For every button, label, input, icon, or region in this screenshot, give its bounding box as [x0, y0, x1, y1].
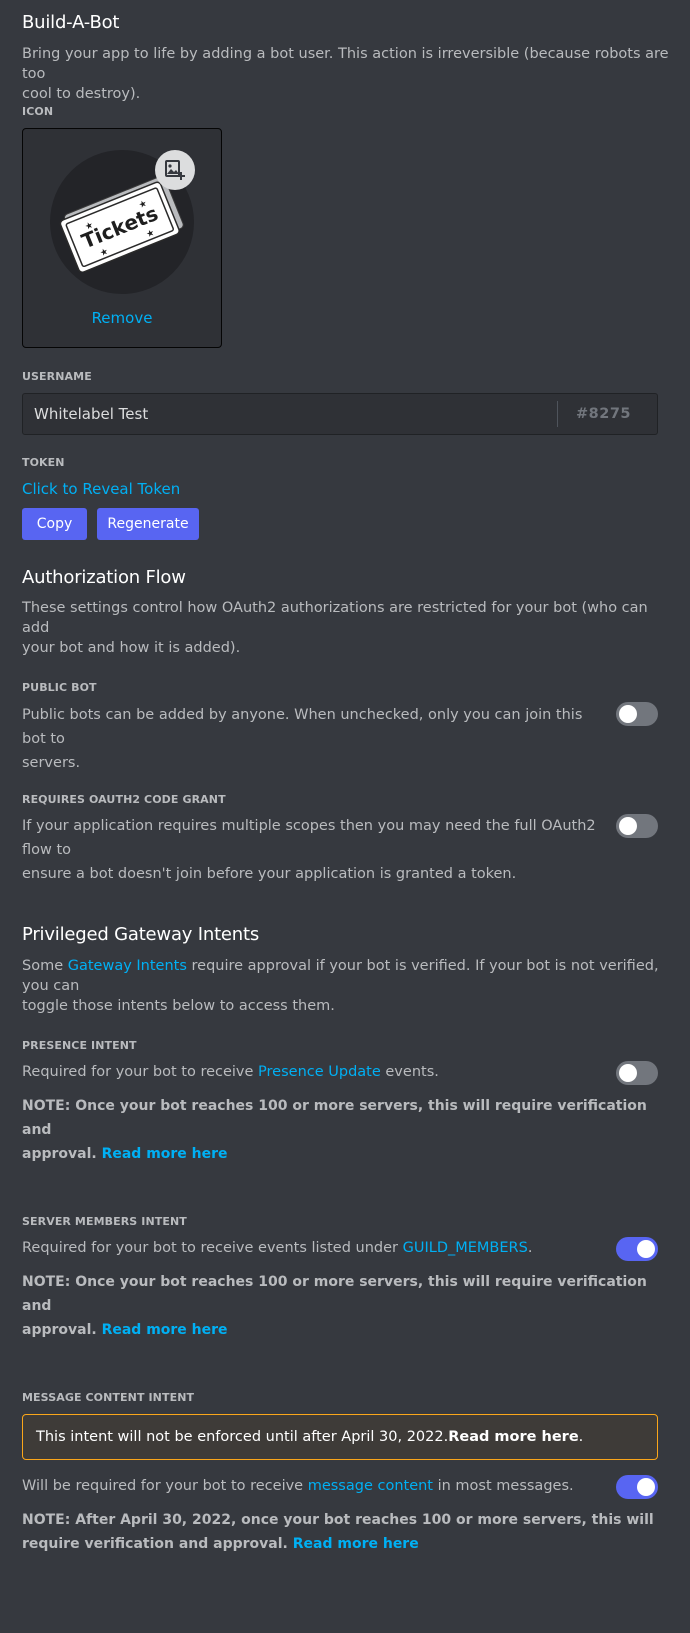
username-field: Whitelabel Test #8275 — [22, 393, 658, 435]
server-members-intent-note: NOTE: Once your bot reaches 100 or more … — [22, 1274, 647, 1338]
presence-intent-description: Required for your bot to receive Presenc… — [22, 1064, 439, 1080]
discriminator: #8275 — [557, 401, 657, 427]
server-members-read-more-link[interactable]: Read more here — [102, 1322, 228, 1338]
build-a-bot-title: Build-A-Bot — [22, 12, 120, 33]
message-content-intent-toggle[interactable] — [616, 1475, 658, 1499]
guild-members-link[interactable]: GUILD_MEMBERS — [403, 1240, 528, 1256]
icon-uploader[interactable]: Tickets ★ ★ ★ ★ Remove — [22, 128, 222, 348]
username-label: USERNAME — [22, 370, 92, 383]
privileged-intents-description: Some Gateway Intents require approval if… — [22, 958, 659, 1014]
remove-icon-link[interactable]: Remove — [23, 309, 221, 327]
server-members-intent-toggle[interactable] — [616, 1237, 658, 1261]
message-content-link[interactable]: message content — [308, 1478, 433, 1494]
presence-update-link[interactable]: Presence Update — [258, 1064, 381, 1080]
public-bot-toggle[interactable] — [616, 702, 658, 726]
code-grant-description: If your application requires multiple sc… — [22, 818, 596, 882]
presence-intent-note: NOTE: Once your bot reaches 100 or more … — [22, 1098, 647, 1162]
upload-image-icon[interactable] — [155, 150, 195, 190]
code-grant-toggle[interactable] — [616, 814, 658, 838]
presence-intent-label: PRESENCE INTENT — [22, 1039, 137, 1052]
warning-read-more-link[interactable]: Read more here — [448, 1429, 578, 1445]
build-a-bot-description: Bring your app to life by adding a bot u… — [22, 46, 669, 102]
presence-intent-toggle[interactable] — [616, 1061, 658, 1085]
authorization-flow-title: Authorization Flow — [22, 567, 186, 588]
token-label: TOKEN — [22, 456, 65, 469]
public-bot-label: PUBLIC BOT — [22, 681, 97, 694]
privileged-intents-title: Privileged Gateway Intents — [22, 924, 260, 945]
username-input[interactable]: Whitelabel Test — [23, 394, 557, 434]
server-members-intent-label: SERVER MEMBERS INTENT — [22, 1215, 187, 1228]
authorization-flow-description: These settings control how OAuth2 author… — [22, 600, 648, 656]
presence-read-more-link[interactable]: Read more here — [102, 1146, 228, 1162]
reveal-token-link[interactable]: Click to Reveal Token — [22, 480, 180, 498]
icon-label: ICON — [22, 105, 54, 118]
message-content-intent-description: Will be required for your bot to receive… — [22, 1478, 574, 1494]
message-content-warning: This intent will not be enforced until a… — [22, 1414, 658, 1460]
public-bot-description: Public bots can be added by anyone. When… — [22, 707, 583, 771]
code-grant-label: REQUIRES OAUTH2 CODE GRANT — [22, 793, 226, 806]
copy-token-button[interactable]: Copy — [22, 508, 87, 540]
message-content-intent-note: NOTE: After April 30, 2022, once your bo… — [22, 1512, 654, 1552]
regenerate-token-button[interactable]: Regenerate — [97, 508, 199, 540]
message-content-intent-label: MESSAGE CONTENT INTENT — [22, 1391, 195, 1404]
message-content-read-more-link[interactable]: Read more here — [293, 1536, 419, 1552]
gateway-intents-link[interactable]: Gateway Intents — [68, 958, 187, 974]
server-members-intent-description: Required for your bot to receive events … — [22, 1240, 533, 1256]
